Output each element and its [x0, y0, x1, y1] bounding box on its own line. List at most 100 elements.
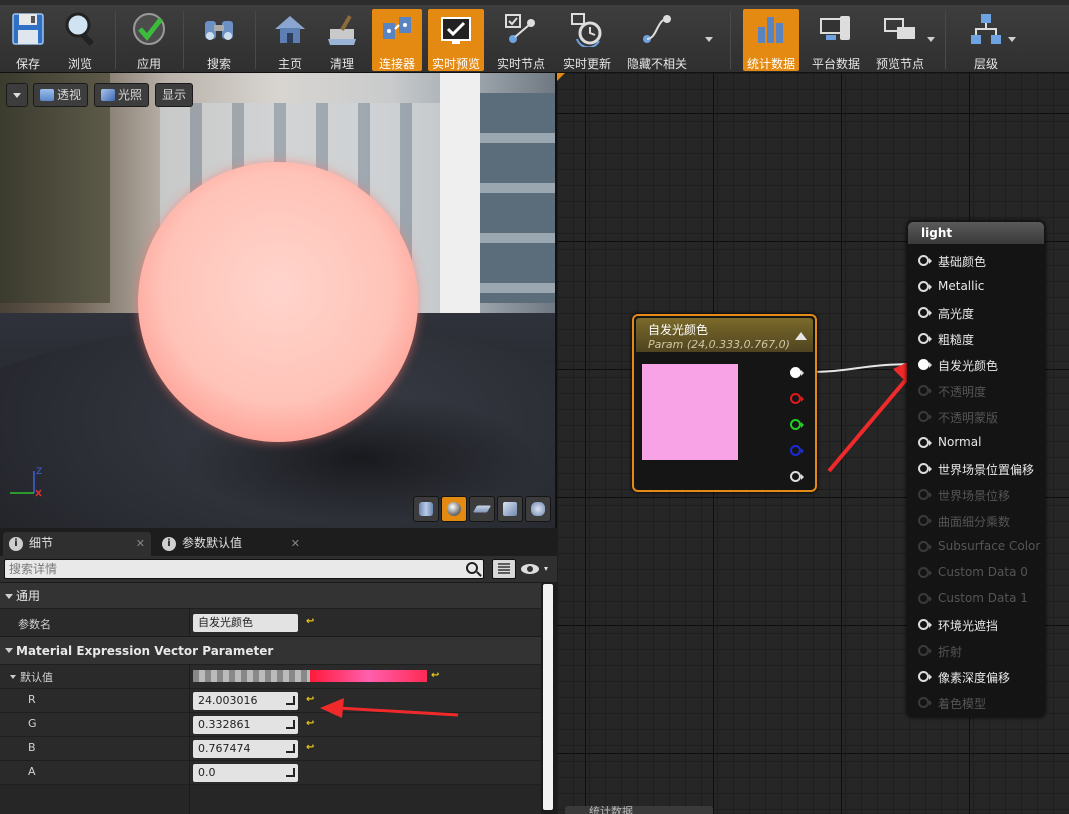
input-pin[interactable]	[918, 697, 932, 708]
reset-to-default-icon[interactable]: ↩	[306, 718, 314, 729]
connectors-button[interactable]: 连接器	[372, 9, 422, 71]
drag-handle-icon[interactable]	[286, 720, 295, 729]
input-pin[interactable]	[918, 645, 932, 656]
input-pin[interactable]	[918, 359, 932, 370]
input-pin[interactable]	[918, 307, 932, 318]
sphere-preview-button[interactable]	[441, 496, 467, 522]
reset-to-default-icon[interactable]: ↩	[306, 616, 314, 627]
stats-tab-label: 统计数据	[589, 806, 633, 814]
details-search-input[interactable]	[4, 559, 484, 579]
input-pin[interactable]	[918, 437, 932, 448]
scrollbar-thumb[interactable]	[543, 584, 553, 810]
info-icon: i	[9, 537, 23, 551]
output-pin-r[interactable]	[790, 393, 804, 404]
default-value-color-block[interactable]	[193, 670, 427, 682]
material-graph[interactable]: 自发光颜色 Param (24,0.333,0.767,0) light 基础颜…	[557, 73, 1069, 814]
input-pin[interactable]	[918, 463, 932, 474]
stats-button[interactable]: 统计数据	[743, 9, 799, 71]
hierarchy-button[interactable]: 层级	[962, 9, 1010, 71]
preview-node-dropdown[interactable]	[927, 37, 935, 42]
output-pin-rgb[interactable]	[790, 367, 804, 378]
drag-handle-icon[interactable]	[286, 768, 295, 777]
live-preview-button[interactable]: 实时预览	[428, 9, 484, 71]
binoculars-icon	[205, 21, 233, 40]
input-pin[interactable]	[918, 541, 932, 552]
expand-arrow-icon[interactable]	[10, 675, 16, 679]
cylinder-preview-button[interactable]	[413, 496, 439, 522]
platform-stats-button[interactable]: 平台数据	[807, 9, 865, 71]
close-icon[interactable]: ✕	[291, 532, 300, 555]
input-pin[interactable]	[918, 281, 932, 292]
home-button[interactable]: 主页	[267, 9, 313, 71]
info-icon: i	[162, 537, 176, 551]
material-input-label: 曲面细分乘数	[938, 515, 1011, 529]
input-pin[interactable]	[918, 619, 932, 630]
custom-mesh-preview-button[interactable]	[525, 496, 551, 522]
material-result-node[interactable]: light 基础颜色 Metallic 高光度 粗糙度 自发光颜色 不透明度 不透明蒙版 No…	[907, 221, 1045, 717]
close-icon[interactable]: ✕	[136, 532, 145, 555]
plane-preview-button[interactable]	[469, 496, 495, 522]
cube-preview-button[interactable]	[497, 496, 523, 522]
input-pin[interactable]	[918, 593, 932, 604]
channel-r-field[interactable]: 24.003016	[193, 692, 298, 710]
details-search-row	[0, 556, 557, 582]
category-vector-parameter[interactable]: Material Expression Vector Parameter	[0, 636, 541, 664]
home-icon	[275, 16, 305, 43]
property-matrix-button[interactable]	[492, 559, 516, 579]
live-nodes-button[interactable]: 实时节点	[492, 9, 550, 71]
output-pin-b[interactable]	[790, 445, 804, 456]
input-pin[interactable]	[918, 411, 932, 422]
channel-a-field[interactable]: 0.0	[193, 764, 298, 782]
hide-unrelated-button[interactable]: 隐藏不相关	[624, 9, 690, 71]
reset-to-default-icon[interactable]: ↩	[431, 670, 439, 681]
hierarchy-dropdown[interactable]	[1008, 37, 1016, 42]
alpha-preview	[193, 670, 310, 682]
input-pin[interactable]	[918, 515, 932, 526]
category-general[interactable]: 通用	[0, 582, 541, 608]
tab-details[interactable]: i 细节 ✕	[3, 532, 151, 556]
channel-b-field[interactable]: 0.767474	[193, 740, 298, 758]
live-nodes-label: 实时节点	[496, 57, 545, 71]
output-pin-g[interactable]	[790, 419, 804, 430]
viewport-options-button[interactable]	[6, 83, 28, 107]
apply-button[interactable]: 应用	[126, 9, 172, 71]
perspective-button[interactable]: 透视	[33, 83, 89, 107]
building-column	[440, 73, 480, 313]
category-general-label: 通用	[16, 589, 41, 603]
drag-handle-icon[interactable]	[286, 696, 295, 705]
empty-row	[0, 784, 541, 814]
material-node-title: light	[908, 222, 1044, 244]
tab-param-defaults[interactable]: i 参数默认值 ✕	[156, 532, 306, 556]
hide-unrelated-icon	[643, 15, 671, 43]
output-pin-a[interactable]	[790, 471, 804, 482]
channel-a-label: A	[28, 765, 36, 778]
reset-to-default-icon[interactable]: ↩	[306, 742, 314, 753]
lighting-button[interactable]: 光照	[94, 83, 150, 107]
collapse-preview-icon[interactable]	[795, 332, 807, 340]
input-pin[interactable]	[918, 333, 932, 344]
preview-viewport[interactable]: 透视 光照 显示 Z	[0, 73, 557, 528]
param-name-field[interactable]: 自发光颜色	[193, 614, 298, 632]
show-button[interactable]: 显示	[155, 83, 194, 107]
clean-up-button[interactable]: 清理	[319, 9, 365, 71]
input-pin[interactable]	[918, 255, 932, 266]
preview-node-button[interactable]: 预览节点	[871, 9, 929, 71]
input-pin[interactable]	[918, 385, 932, 396]
view-options-button[interactable]	[520, 559, 552, 579]
toolbar-overflow-dropdown[interactable]	[705, 37, 713, 42]
browse-button[interactable]: 浏览	[57, 9, 103, 71]
drag-handle-icon[interactable]	[286, 744, 295, 753]
live-update-button[interactable]: 实时更新	[558, 9, 616, 71]
stats-tab[interactable]: 统计数据	[565, 806, 713, 814]
input-pin[interactable]	[918, 489, 932, 500]
reset-to-default-icon[interactable]: ↩	[306, 694, 314, 705]
search-button[interactable]: 搜索	[196, 9, 242, 71]
input-pin[interactable]	[918, 671, 932, 682]
vector-parameter-node[interactable]: 自发光颜色 Param (24,0.333,0.767,0)	[632, 314, 817, 492]
input-pin[interactable]	[918, 567, 932, 578]
save-button[interactable]: 保存	[5, 9, 51, 71]
material-input-label: 不透明蒙版	[938, 411, 999, 425]
details-scrollbar[interactable]	[541, 582, 557, 814]
column-divider	[189, 713, 190, 737]
channel-g-field[interactable]: 0.332861	[193, 716, 298, 734]
